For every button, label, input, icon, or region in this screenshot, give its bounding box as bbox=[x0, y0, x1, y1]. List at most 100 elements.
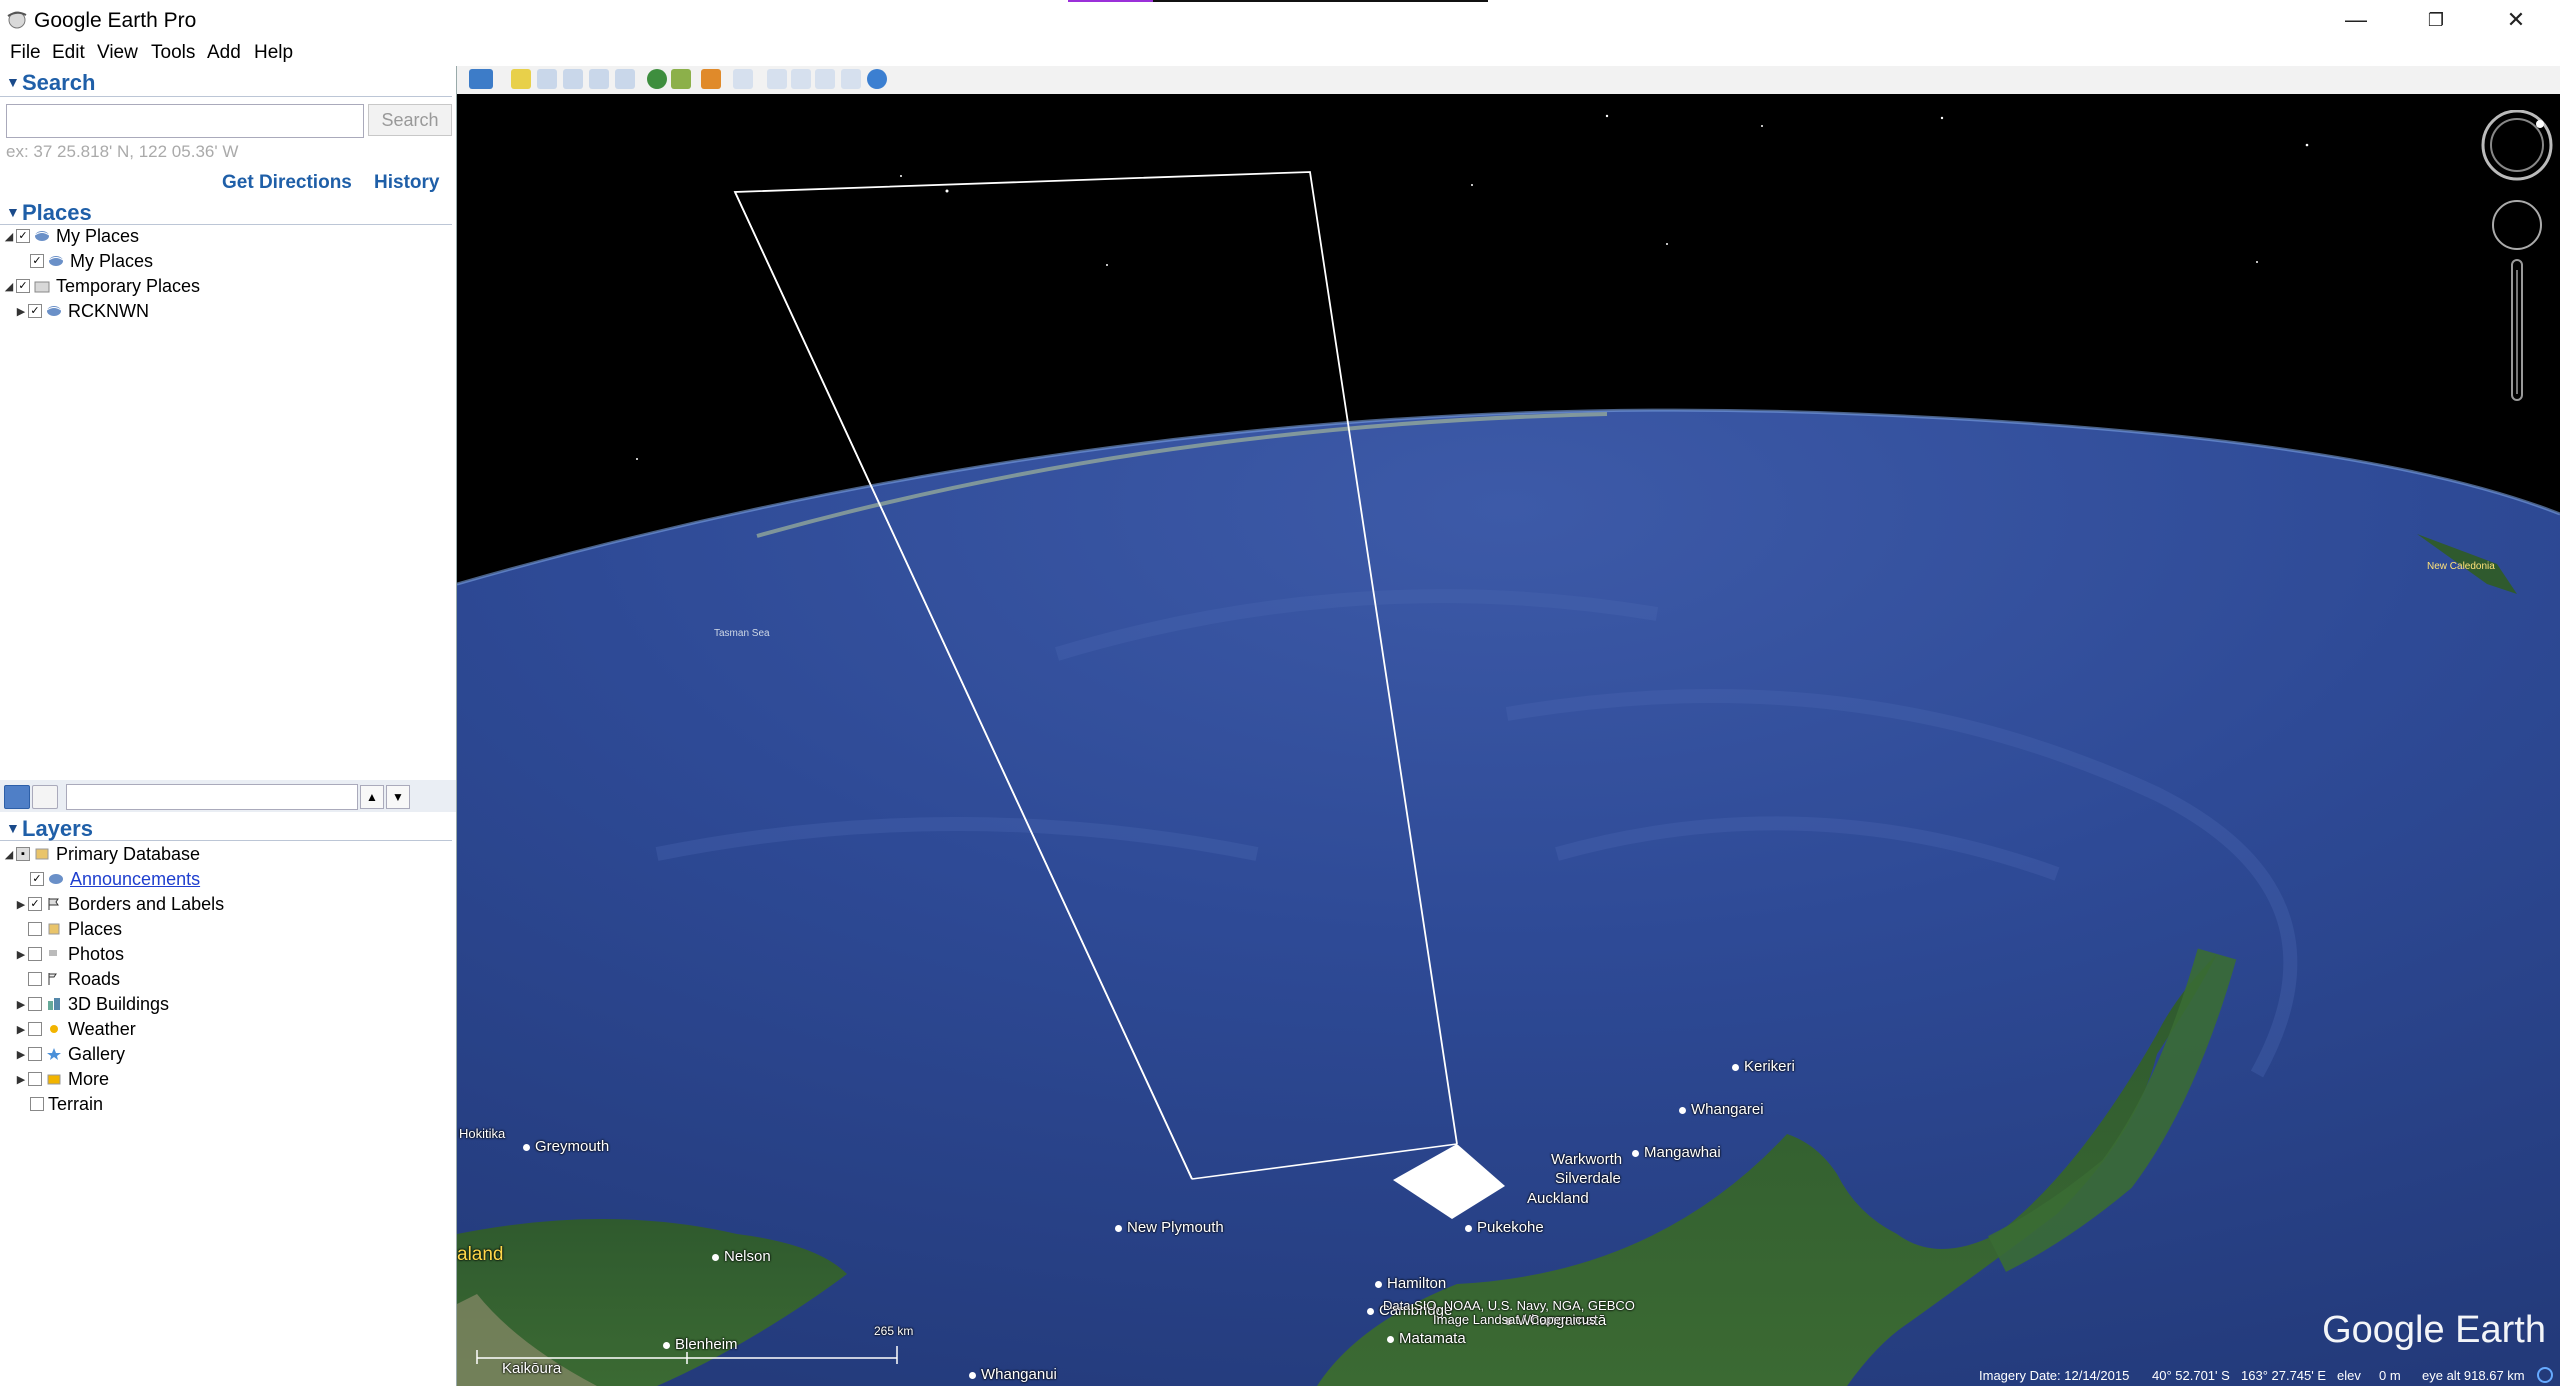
save-image-icon[interactable] bbox=[815, 69, 835, 89]
layer-gallery[interactable]: ▶ Gallery bbox=[14, 1042, 125, 1066]
path-icon[interactable] bbox=[563, 69, 583, 89]
star-icon bbox=[47, 1048, 61, 1060]
sunlight-icon[interactable] bbox=[671, 69, 691, 89]
search-button[interactable]: Search bbox=[368, 104, 452, 136]
layer-announcements[interactable]: ✓ Announcements bbox=[16, 867, 200, 891]
layer-weather[interactable]: ▶ Weather bbox=[14, 1017, 136, 1041]
map-label-zealand: aland bbox=[457, 1244, 504, 1265]
attribution-image: Image Landsat / Copernicus bbox=[1433, 1312, 1596, 1327]
search-hint: ex: 37 25.818' N, 122 05.36' W bbox=[6, 142, 239, 161]
road-icon bbox=[48, 973, 57, 985]
menu-help[interactable]: Help bbox=[254, 42, 293, 64]
menu-bar: File Edit View Tools Add Help bbox=[0, 40, 2560, 66]
menu-tools[interactable]: Tools bbox=[151, 42, 195, 64]
earth-viewport[interactable]: Tasman Sea New Caledonia Kerikeri Whanga… bbox=[457, 94, 2560, 1386]
map-label-nelson: Nelson bbox=[712, 1248, 771, 1265]
collapse-arrow-icon[interactable]: ◢ bbox=[2, 280, 16, 293]
globe-rendering[interactable] bbox=[457, 94, 2560, 1386]
layers-filter-input[interactable] bbox=[66, 784, 358, 810]
places-section-header[interactable]: ▼ Places bbox=[0, 200, 452, 225]
search-input[interactable] bbox=[6, 104, 364, 138]
layer-roads[interactable]: Roads bbox=[14, 967, 120, 991]
get-directions-link[interactable]: Get Directions bbox=[222, 172, 352, 194]
history-link[interactable]: History bbox=[374, 172, 439, 194]
layer-more[interactable]: ▶ More bbox=[14, 1067, 109, 1091]
layer-primary-database[interactable]: ◢ ▪ Primary Database bbox=[2, 842, 200, 866]
expand-arrow-icon[interactable]: ▶ bbox=[14, 948, 28, 961]
image-overlay-icon[interactable] bbox=[589, 69, 609, 89]
google-earth-app-icon bbox=[7, 11, 27, 29]
earth-gallery-icon[interactable] bbox=[867, 69, 887, 89]
move-down-icon[interactable]: ▼ bbox=[386, 785, 410, 809]
checkbox[interactable] bbox=[28, 997, 42, 1011]
checkbox[interactable]: ✓ bbox=[30, 872, 44, 886]
collapse-triangle-icon: ▼ bbox=[6, 820, 20, 836]
restore-button[interactable]: ❐ bbox=[2396, 0, 2476, 40]
close-button[interactable]: ✕ bbox=[2476, 0, 2556, 40]
layer-terrain[interactable]: Terrain bbox=[16, 1092, 103, 1116]
panel-toggle-icon[interactable] bbox=[32, 785, 58, 809]
checkbox[interactable]: ✓ bbox=[30, 254, 44, 268]
search-section-header[interactable]: ▼ Search bbox=[0, 70, 452, 97]
layer-places[interactable]: Places bbox=[14, 917, 122, 941]
collapse-triangle-icon: ▼ bbox=[6, 74, 20, 90]
checkbox[interactable] bbox=[28, 1047, 42, 1061]
expand-arrow-icon[interactable]: ▶ bbox=[14, 1023, 28, 1036]
view-in-maps-icon[interactable] bbox=[841, 69, 861, 89]
polygon-icon[interactable] bbox=[537, 69, 557, 89]
expand-arrow-icon[interactable]: ▶ bbox=[14, 1073, 28, 1086]
checkbox[interactable]: ✓ bbox=[28, 897, 42, 911]
google-earth-logo: Google Earth bbox=[2322, 1309, 2546, 1351]
planets-icon[interactable] bbox=[701, 69, 721, 89]
places-temporary-places[interactable]: ◢ ✓ Temporary Places bbox=[2, 274, 200, 298]
expand-arrow-icon[interactable]: ▶ bbox=[14, 998, 28, 1011]
historical-imagery-icon[interactable] bbox=[647, 69, 667, 89]
move-joystick-icon[interactable] bbox=[2492, 200, 2542, 250]
expand-arrow-icon[interactable]: ▶ bbox=[14, 305, 28, 318]
print-icon[interactable] bbox=[791, 69, 811, 89]
announcements-link[interactable]: Announcements bbox=[70, 869, 200, 890]
tree-label: My Places bbox=[70, 250, 154, 271]
layers-section-header[interactable]: ▼ Layers bbox=[0, 816, 452, 841]
search-layers-icon[interactable] bbox=[4, 785, 30, 809]
email-icon[interactable] bbox=[767, 69, 787, 89]
checkbox[interactable] bbox=[30, 1097, 44, 1111]
checkbox[interactable]: ▪ bbox=[16, 847, 30, 861]
layer-3d-buildings[interactable]: ▶ 3D Buildings bbox=[14, 992, 169, 1016]
menu-view[interactable]: View bbox=[97, 42, 138, 64]
menu-file[interactable]: File bbox=[10, 42, 41, 64]
map-label-blenheim: Blenheim bbox=[663, 1336, 738, 1353]
expand-arrow-icon[interactable]: ▶ bbox=[14, 898, 28, 911]
checkbox[interactable] bbox=[28, 1022, 42, 1036]
look-joystick-icon[interactable] bbox=[2481, 110, 2553, 181]
checkbox[interactable] bbox=[28, 922, 42, 936]
layer-photos[interactable]: ▶ Photos bbox=[14, 942, 124, 966]
places-my-places-root[interactable]: ◢ ✓ My Places bbox=[2, 224, 139, 248]
places-my-places-child[interactable]: ✓ My Places bbox=[16, 249, 153, 273]
layer-borders-labels[interactable]: ▶ ✓ Borders and Labels bbox=[14, 892, 224, 916]
checkbox[interactable] bbox=[28, 972, 42, 986]
checkbox[interactable]: ✓ bbox=[16, 279, 30, 293]
navigation-controls[interactable] bbox=[2477, 110, 2557, 450]
map-label-auckland: Auckland bbox=[1527, 1190, 1589, 1207]
collapse-arrow-icon[interactable]: ◢ bbox=[2, 848, 16, 861]
collapse-arrow-icon[interactable]: ◢ bbox=[2, 230, 16, 243]
ruler-icon[interactable] bbox=[733, 69, 753, 89]
placemark-icon[interactable] bbox=[511, 69, 531, 89]
checkbox[interactable] bbox=[28, 947, 42, 961]
record-tour-icon[interactable] bbox=[615, 69, 635, 89]
expand-arrow-icon[interactable]: ▶ bbox=[14, 1048, 28, 1061]
folder-earth-icon bbox=[34, 231, 50, 241]
minimize-button[interactable]: — bbox=[2316, 0, 2396, 40]
zoom-slider[interactable] bbox=[2511, 259, 2523, 401]
move-up-icon[interactable]: ▲ bbox=[360, 785, 384, 809]
tree-label: Photos bbox=[68, 943, 125, 964]
checkbox[interactable] bbox=[28, 1072, 42, 1086]
checkbox[interactable]: ✓ bbox=[16, 229, 30, 243]
menu-edit[interactable]: Edit bbox=[52, 42, 85, 64]
sidebar-toggle-icon[interactable] bbox=[469, 69, 493, 89]
places-rcknwn[interactable]: ▶ ✓ RCKNWN bbox=[14, 299, 149, 323]
menu-add[interactable]: Add bbox=[207, 42, 241, 64]
folder-earth-icon bbox=[46, 306, 62, 316]
checkbox[interactable]: ✓ bbox=[28, 304, 42, 318]
